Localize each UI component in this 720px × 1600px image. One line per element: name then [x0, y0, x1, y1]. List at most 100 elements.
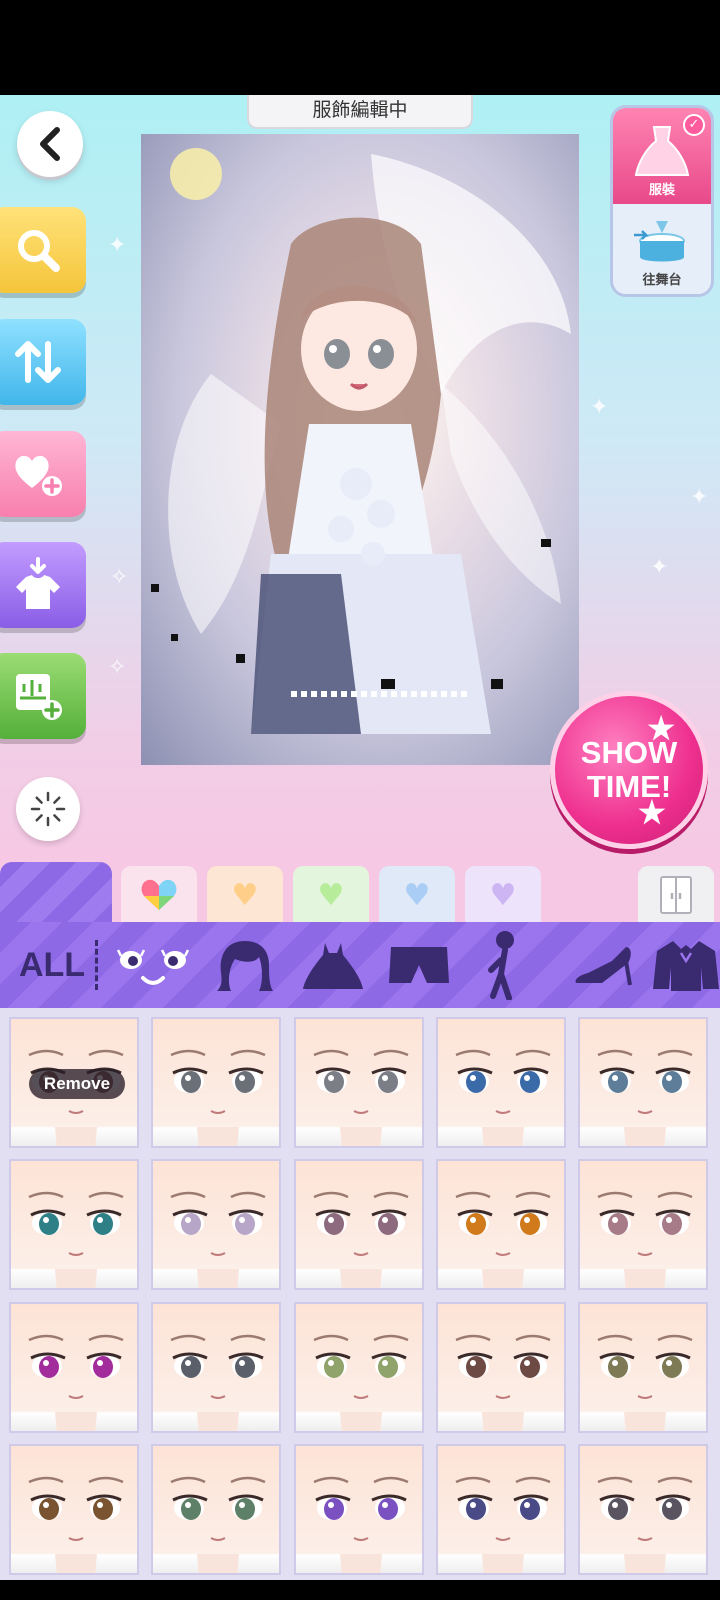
search-button[interactable]	[0, 207, 86, 293]
face-thumbnail	[438, 1446, 564, 1573]
face-item[interactable]	[294, 1017, 424, 1148]
category-coat[interactable]	[646, 922, 720, 1008]
page-title: 服飾編輯中	[247, 95, 473, 129]
wear-button[interactable]	[0, 542, 86, 628]
shoes-icon	[575, 947, 632, 986]
face-item[interactable]	[294, 1159, 424, 1290]
face-item[interactable]	[294, 1302, 424, 1433]
sparkle-icon: ✦	[108, 233, 127, 258]
board-plus-icon	[16, 674, 62, 720]
face-thumbnail	[153, 1019, 279, 1146]
face-item[interactable]	[151, 1159, 281, 1290]
sparkle-icon: ✦	[650, 555, 669, 580]
hair-icon	[217, 941, 273, 991]
star-icon: ★	[647, 711, 675, 746]
face-thumbnail	[438, 1304, 564, 1431]
heart-icon: ♥	[317, 877, 345, 913]
face-thumbnail	[11, 1446, 137, 1573]
filter-orange[interactable]: ♥	[207, 866, 283, 924]
face-thumbnail	[296, 1161, 422, 1288]
face-item[interactable]	[436, 1159, 566, 1290]
mode-switch-panel: 服裝 ✓ 往舞台	[610, 105, 714, 297]
closet-icon	[660, 876, 692, 914]
bottoms-icon	[389, 947, 449, 983]
filter-multicolor[interactable]	[121, 866, 197, 924]
category-bar: ALL	[0, 922, 720, 1008]
character-artwork	[141, 134, 579, 765]
category-pose[interactable]	[468, 922, 538, 1008]
face-thumbnail	[296, 1019, 422, 1146]
favorite-add-button[interactable]	[0, 431, 86, 517]
filter-purple[interactable]: ♥	[465, 866, 541, 924]
save-set-button[interactable]	[0, 653, 86, 739]
heart-plus-icon	[15, 455, 62, 496]
outfit-tab[interactable]: 服裝 ✓	[613, 108, 711, 204]
heart-icon: ♥	[403, 877, 431, 913]
face-item[interactable]	[578, 1302, 708, 1433]
stage-area: ✦ ✦ ✦ ✧ ✦ ✧ 服飾編輯中 服裝 ✓ 往舞台 SHOW TIME! ★ …	[0, 95, 720, 865]
item-grid: Remove	[0, 1008, 720, 1600]
face-item[interactable]	[578, 1017, 708, 1148]
face-item[interactable]	[578, 1444, 708, 1575]
face-item[interactable]	[436, 1444, 566, 1575]
face-item[interactable]: Remove	[9, 1017, 139, 1148]
category-divider	[95, 940, 98, 990]
face-item[interactable]	[294, 1444, 424, 1575]
face-item[interactable]	[151, 1017, 281, 1148]
face-item[interactable]	[9, 1159, 139, 1290]
stage-drum-icon	[634, 221, 685, 262]
face-item[interactable]	[9, 1302, 139, 1433]
face-thumbnail	[580, 1446, 706, 1573]
outfit-tab-label: 服裝	[648, 183, 675, 198]
face-thumbnail	[296, 1446, 422, 1573]
remove-label: Remove	[29, 1069, 125, 1099]
showtime-button[interactable]: SHOW TIME! ★ ★	[550, 691, 708, 849]
heart-icon: ♥	[489, 877, 517, 913]
dress-icon	[303, 943, 363, 989]
dress-up-screen: ✦ ✦ ✦ ✧ ✦ ✧ 服飾編輯中 服裝 ✓ 往舞台 SHOW TIME! ★ …	[0, 0, 720, 1600]
face-thumbnail	[438, 1161, 564, 1288]
character-illustration	[151, 148, 571, 734]
shirt-download-icon	[16, 557, 60, 609]
color-filter-row: ♥ ♥ ♥ ♥	[0, 862, 720, 924]
face-thumbnail	[11, 1161, 137, 1288]
face-item[interactable]	[9, 1444, 139, 1575]
back-button[interactable]	[17, 111, 83, 177]
heart-icon: ♥	[231, 877, 259, 913]
face-item[interactable]	[436, 1302, 566, 1433]
face-thumbnail	[438, 1019, 564, 1146]
sort-arrows-icon	[15, 341, 61, 383]
eyes-face-icon	[116, 949, 190, 985]
face-thumbnail	[153, 1304, 279, 1431]
stage-tab-label: 往舞台	[642, 273, 682, 288]
face-thumbnail	[11, 1304, 137, 1431]
face-item[interactable]	[151, 1444, 281, 1575]
category-bottoms[interactable]	[378, 922, 460, 1008]
chevron-left-icon	[40, 127, 60, 161]
face-thumbnail	[153, 1446, 279, 1573]
filter-blue[interactable]: ♥	[379, 866, 455, 924]
nav-bar	[0, 1580, 720, 1600]
category-shoes[interactable]	[568, 922, 638, 1008]
face-item[interactable]	[151, 1302, 281, 1433]
pose-icon	[488, 931, 514, 1000]
sort-button[interactable]	[0, 319, 86, 405]
showtime-label: SHOW TIME!	[581, 736, 677, 804]
wardrobe-button[interactable]	[638, 866, 714, 924]
face-thumbnail	[580, 1304, 706, 1431]
face-thumbnail	[580, 1019, 706, 1146]
face-item[interactable]	[436, 1017, 566, 1148]
category-eyes[interactable]	[112, 922, 194, 1008]
stage-tab[interactable]: 往舞台	[613, 204, 711, 294]
category-dress[interactable]	[292, 922, 374, 1008]
loading-spinner	[16, 777, 80, 841]
sparkle-icon: ✦	[690, 485, 709, 510]
filter-green[interactable]: ♥	[293, 866, 369, 924]
face-item[interactable]	[578, 1159, 708, 1290]
star-icon: ★	[638, 795, 666, 830]
coat-icon	[653, 941, 719, 991]
sparkle-icon: ✦	[590, 395, 609, 420]
category-all[interactable]: ALL	[12, 922, 92, 1008]
category-hair[interactable]	[204, 922, 286, 1008]
all-filter-tab[interactable]	[0, 862, 112, 924]
